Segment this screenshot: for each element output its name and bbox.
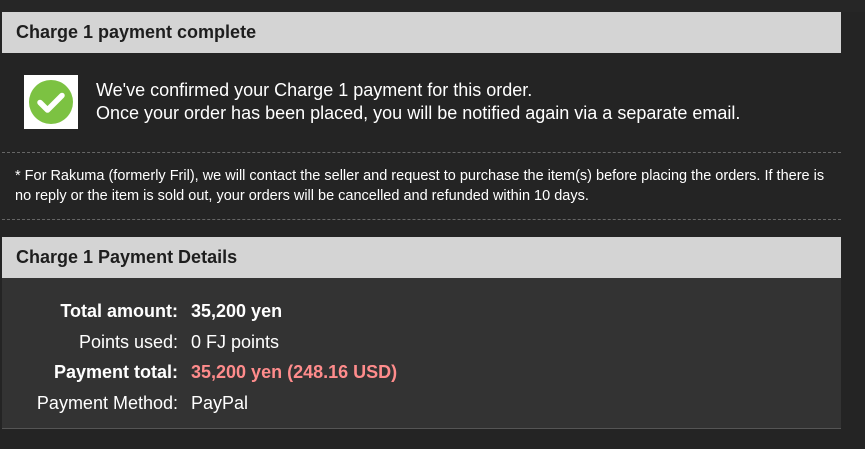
- points-used-label: Points used:: [78, 332, 178, 352]
- total-amount-value: 35,200 yen: [191, 301, 283, 321]
- points-used-value: 0 FJ points: [191, 332, 280, 352]
- payment-details-panel: Total amount: 35,200 yen Points used: 0 …: [2, 278, 841, 429]
- confirmation-line-1: We've confirmed your Charge 1 payment fo…: [96, 80, 533, 100]
- confirmation-line-2: Once your order has been placed, you wil…: [96, 103, 741, 123]
- payment-details-title: Charge 1 Payment Details: [16, 247, 238, 267]
- payment-total-value: 35,200 yen (248.16 USD): [191, 362, 398, 382]
- payment-total-row: Payment total: 35,200 yen (248.16 USD): [2, 360, 841, 384]
- total-amount-row: Total amount: 35,200 yen: [2, 299, 841, 323]
- check-circle-icon: [24, 75, 78, 129]
- total-amount-label: Total amount:: [60, 301, 178, 321]
- rakuma-notice: * For Rakuma (formerly Fril), we will co…: [15, 168, 825, 204]
- top-bar: [0, 0, 865, 12]
- divider-top: [2, 152, 841, 153]
- payment-complete-header: Charge 1 payment complete: [2, 12, 841, 53]
- confirmation-message: We've confirmed your Charge 1 payment fo…: [96, 79, 740, 125]
- payment-method-label: Payment Method:: [36, 393, 178, 413]
- payment-complete-title: Charge 1 payment complete: [16, 22, 257, 42]
- payment-total-label: Payment total:: [53, 362, 178, 382]
- payment-method-row: Payment Method: PayPal: [2, 391, 841, 415]
- divider-bottom: [2, 219, 841, 220]
- payment-details-header: Charge 1 Payment Details: [2, 237, 841, 278]
- points-used-row: Points used: 0 FJ points: [2, 330, 841, 354]
- payment-method-value: PayPal: [191, 393, 249, 413]
